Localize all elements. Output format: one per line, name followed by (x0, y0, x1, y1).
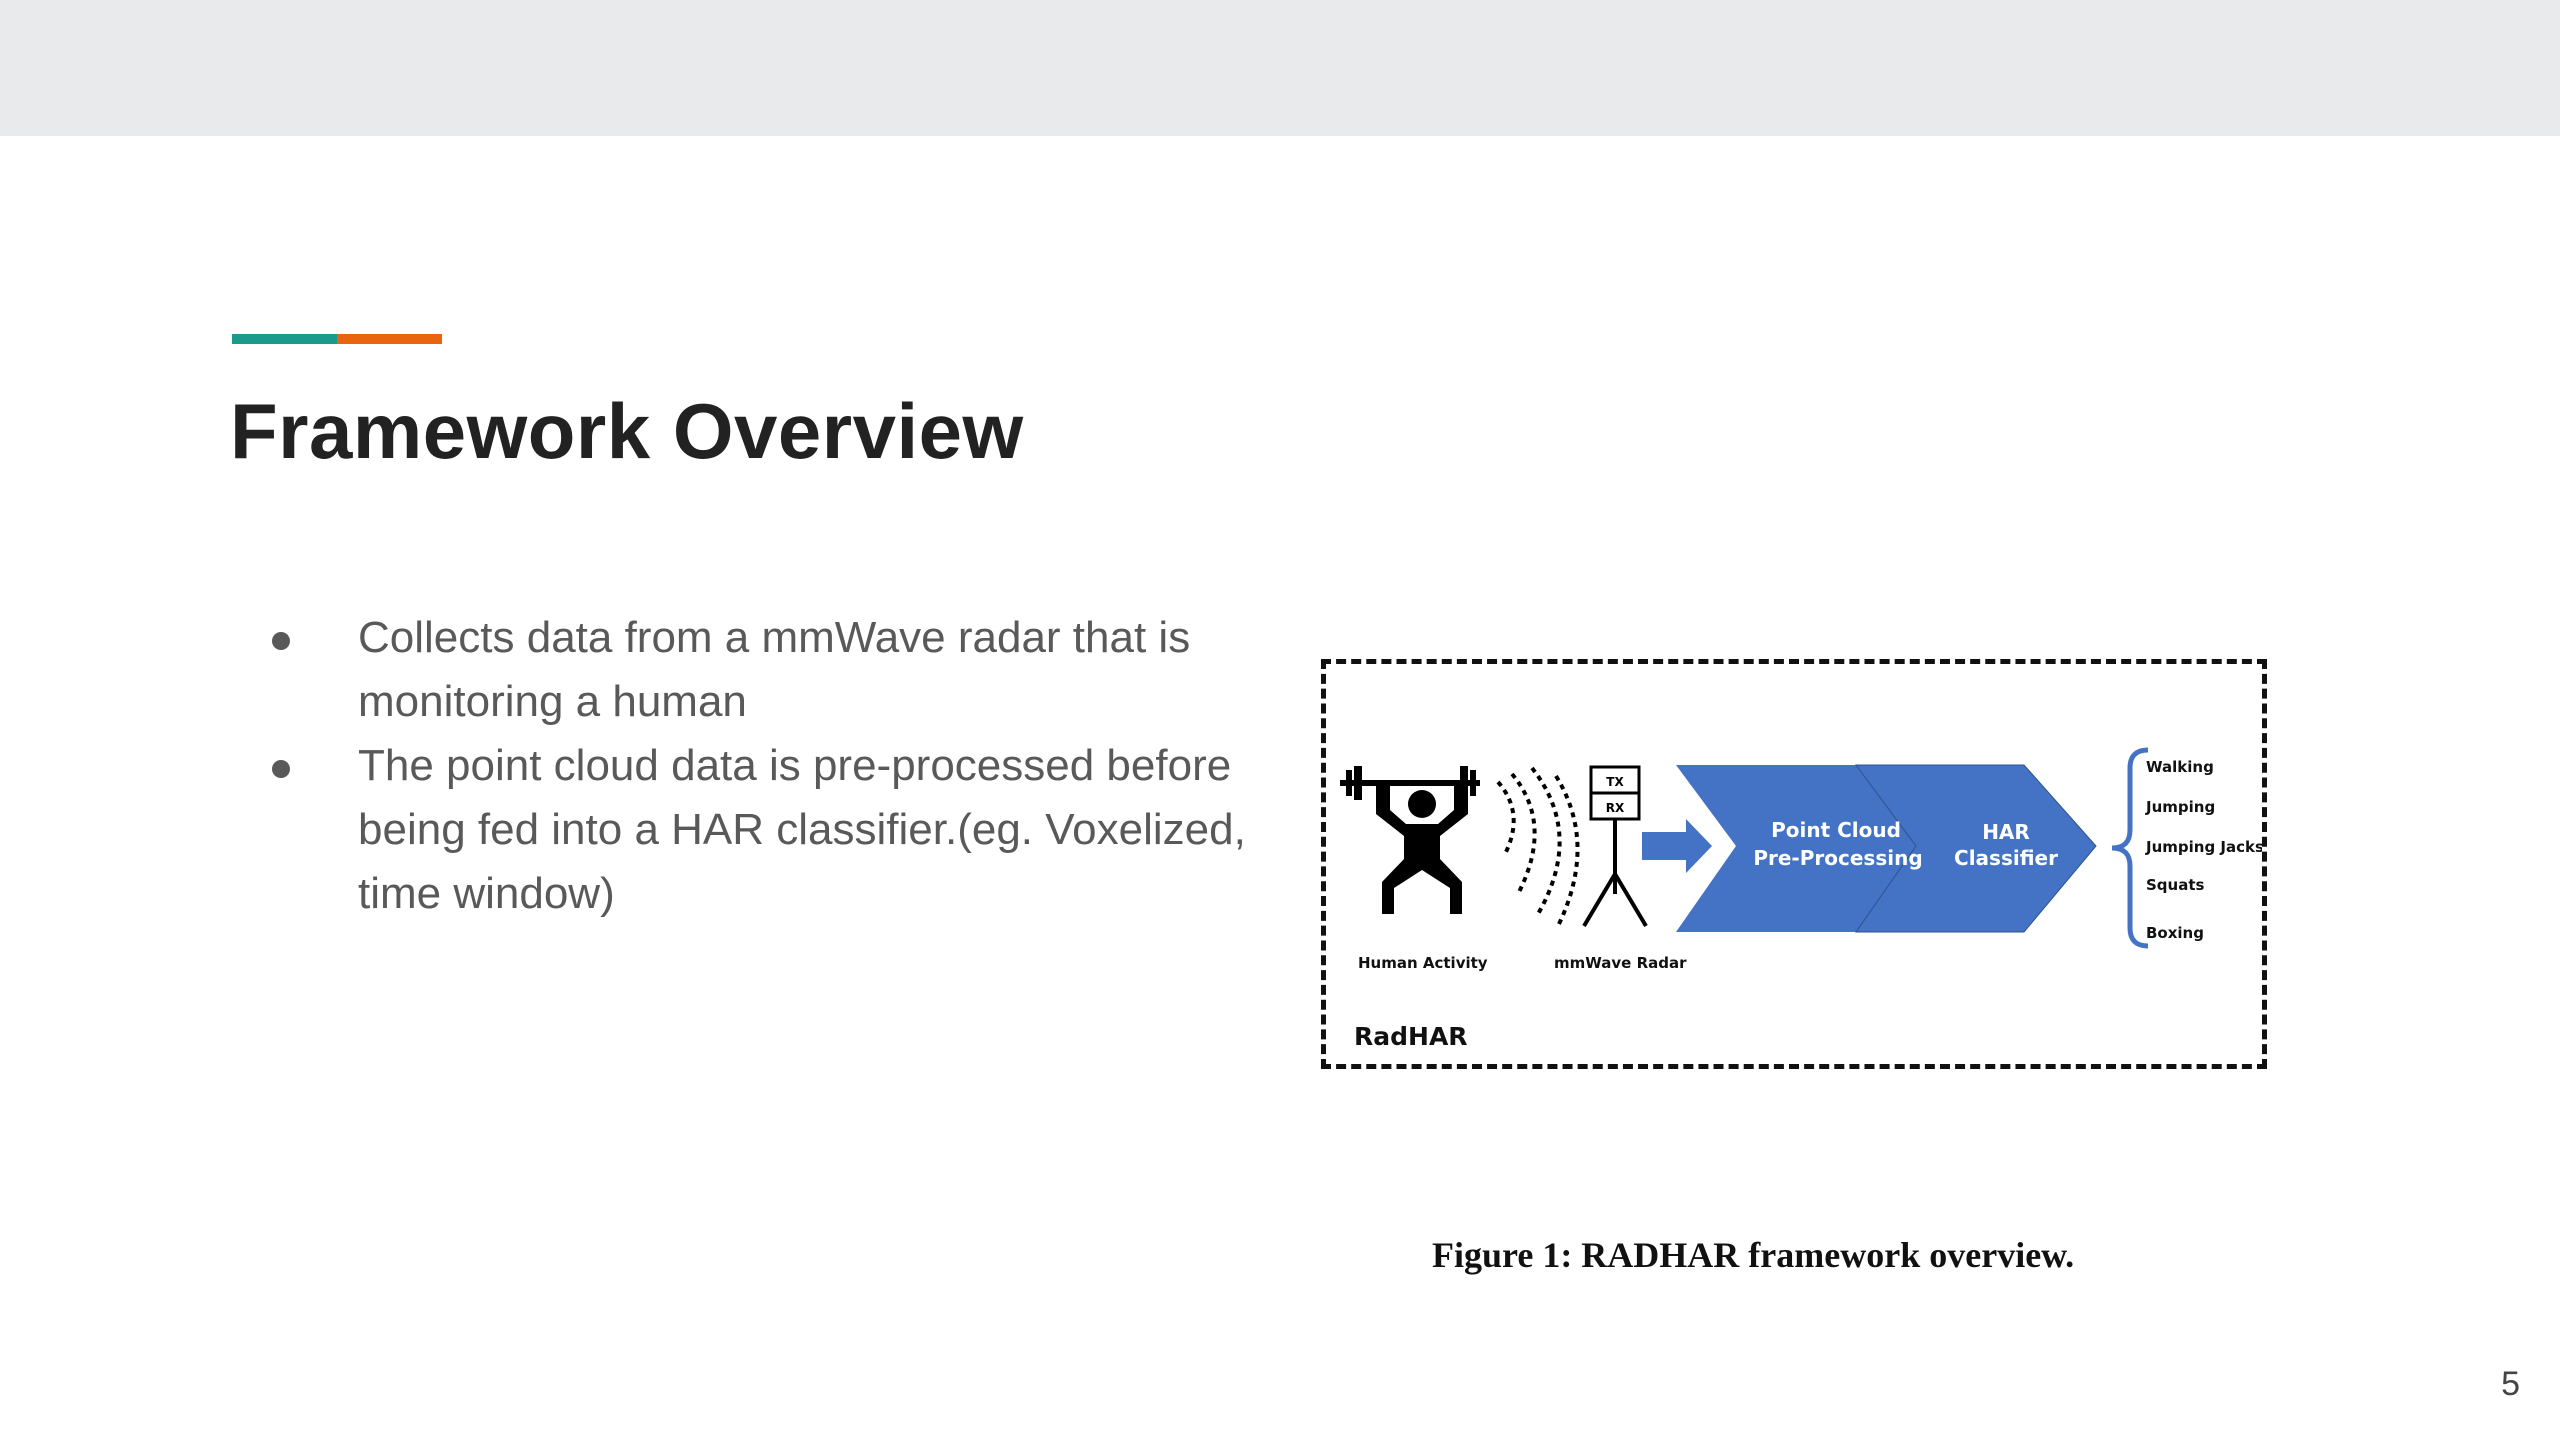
figure-framework-name: RadHAR (1354, 1022, 1468, 1051)
stage2-line1: HAR (1982, 820, 2030, 844)
activity-squats: Squats (2146, 876, 2205, 894)
human-activity-icon (1340, 766, 1480, 914)
bullet-dot-icon (272, 760, 290, 778)
bullet-dot-icon (272, 632, 290, 650)
accent-teal-segment (232, 334, 337, 344)
activity-boxing: Boxing (2146, 924, 2204, 942)
mmwave-radar-icon: TX RX (1582, 765, 1648, 928)
bullet-text: The point cloud data is pre-processed be… (358, 741, 1246, 918)
stage2-line2: Classifier (1954, 846, 2058, 870)
slide: Framework Overview Collects data from a … (0, 136, 2560, 1440)
top-toolbar-area (0, 0, 2560, 136)
title-accent-bar (232, 334, 442, 344)
bullet-text: Collects data from a mmWave radar that i… (358, 613, 1191, 726)
radar-rx-label: RX (1606, 801, 1625, 815)
activity-jumping-jacks: Jumping Jacks (2145, 838, 2262, 856)
bullet-list: Collects data from a mmWave radar that i… (270, 606, 1270, 926)
framework-diagram: TX RX Point Cloud Pre-Processing HAR Cla… (1340, 747, 2262, 972)
slide-title: Framework Overview (230, 387, 1024, 475)
stage1-line2: Pre-Processing (1753, 846, 1922, 870)
radar-wave-icon (1496, 766, 1580, 927)
activity-walking: Walking (2146, 758, 2214, 776)
input-arrow-icon (1642, 819, 1712, 873)
figure-caption: Figure 1: RADHAR framework overview. (1432, 1235, 2075, 1275)
page-number: 5 (2501, 1365, 2520, 1403)
human-activity-label: Human Activity (1358, 954, 1488, 972)
radar-tx-label: TX (1606, 775, 1624, 789)
accent-orange-segment (337, 334, 442, 344)
output-brace-icon (2111, 747, 2149, 949)
activity-jumping: Jumping (2145, 798, 2215, 816)
stage1-line1: Point Cloud (1771, 818, 1901, 842)
bullet-item: The point cloud data is pre-processed be… (270, 734, 1270, 926)
mmwave-radar-label: mmWave Radar (1554, 954, 1687, 972)
radhar-figure: TX RX Point Cloud Pre-Processing HAR Cla… (1321, 659, 2267, 1069)
bullet-item: Collects data from a mmWave radar that i… (270, 606, 1270, 734)
